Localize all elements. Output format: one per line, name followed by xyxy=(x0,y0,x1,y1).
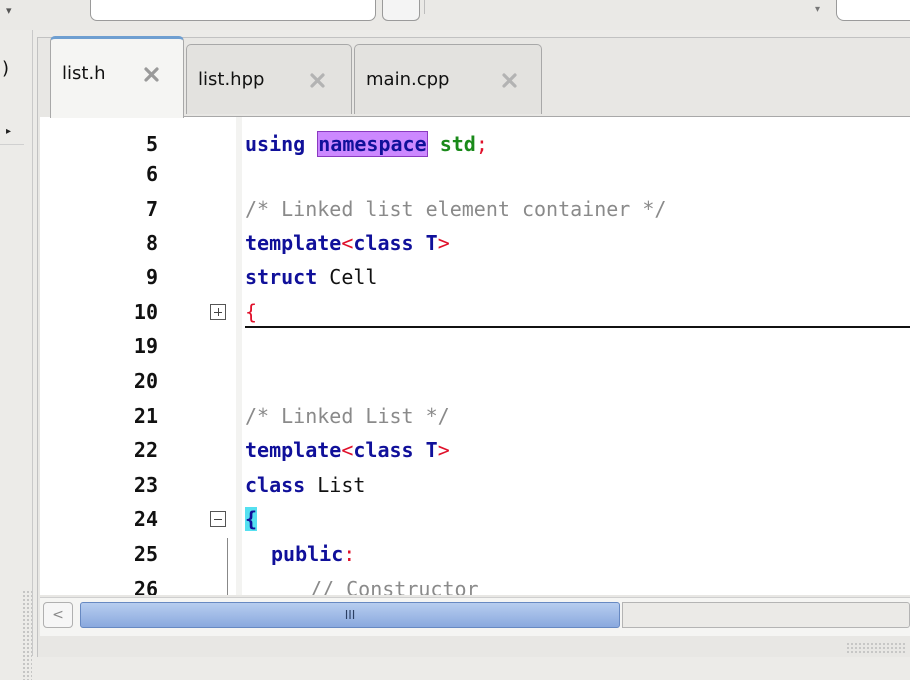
code-comment[interactable]: /* Linked list element container */ xyxy=(245,197,666,221)
resize-grip[interactable] xyxy=(846,642,906,654)
code-editor[interactable]: 5 using namespace std; 6 7 /* Linked lis… xyxy=(40,117,910,595)
code-line: 20 xyxy=(40,367,910,395)
code-line: 7 /* Linked list element container */ xyxy=(40,195,910,223)
scrollbar-thumb[interactable]: III xyxy=(80,602,620,628)
code-line: 6 xyxy=(40,160,910,188)
tab-label: main.cpp xyxy=(366,69,450,90)
line-number: 9 xyxy=(145,265,158,289)
code-text[interactable]: using namespace std; xyxy=(245,131,488,157)
toolbar-combo-button[interactable] xyxy=(382,0,420,21)
toolbar-right-combo[interactable] xyxy=(836,0,910,21)
code-line: 8 template<class T> xyxy=(40,229,910,257)
minus-box-icon[interactable] xyxy=(210,511,226,527)
line-number: 6 xyxy=(145,162,158,186)
code-line: 23 class List xyxy=(40,471,910,499)
code-line: 10 { xyxy=(40,298,910,326)
panel-resize-grip[interactable] xyxy=(22,590,32,680)
tab-list-hpp[interactable]: list.hpp xyxy=(186,44,352,114)
line-number: 20 xyxy=(133,369,158,393)
tab-list-h[interactable]: list.h xyxy=(50,36,184,118)
code-line: 21 /* Linked List */ xyxy=(40,402,910,430)
line-number: 10 xyxy=(133,300,158,324)
top-toolbar: ▾ ▾ xyxy=(0,0,910,30)
panel-bracket-icon: ) xyxy=(2,58,10,79)
code-comment[interactable]: // Constructor xyxy=(310,577,479,595)
code-line: 19 xyxy=(40,332,910,360)
code-line: 22 template<class T> xyxy=(40,436,910,464)
toolbar-separator xyxy=(424,0,425,14)
panel-divider xyxy=(0,144,24,145)
tab-label: list.h xyxy=(62,63,106,84)
collapsed-block-marker xyxy=(245,326,910,328)
code-line: 25 public: xyxy=(40,540,910,568)
line-number: 19 xyxy=(133,334,158,358)
panel-arrow-icon[interactable]: ▸ xyxy=(6,126,11,137)
line-number: 25 xyxy=(133,542,158,566)
line-number: 26 xyxy=(133,577,158,595)
close-icon[interactable] xyxy=(501,71,519,89)
code-line: 24 { xyxy=(40,505,910,533)
toolbar-arrow-icon: ▾ xyxy=(6,4,12,17)
line-number: 22 xyxy=(133,438,158,462)
code-comment[interactable]: /* Linked List */ xyxy=(245,404,450,428)
toolbar-dropdown-arrow-icon[interactable]: ▾ xyxy=(815,4,820,15)
line-number: 8 xyxy=(145,231,158,255)
bottom-status-strip xyxy=(40,636,910,656)
code-text[interactable]: class List xyxy=(245,473,365,497)
tab-main-cpp[interactable]: main.cpp xyxy=(354,44,542,114)
code-line: 26 // Constructor xyxy=(40,575,910,595)
code-text[interactable]: public: xyxy=(271,542,355,566)
plus-box-icon[interactable] xyxy=(210,304,226,320)
line-number: 24 xyxy=(133,507,158,531)
scrollbar-track[interactable] xyxy=(622,602,910,628)
tab-label: list.hpp xyxy=(198,69,265,90)
code-text[interactable]: template<class T> xyxy=(245,438,450,462)
line-number: 7 xyxy=(145,197,158,221)
scroll-left-button[interactable]: < xyxy=(43,602,73,628)
line-number: 23 xyxy=(133,473,158,497)
code-brace[interactable]: { xyxy=(245,300,257,324)
line-number: 21 xyxy=(133,404,158,428)
code-text[interactable]: template<class T> xyxy=(245,231,450,255)
brace-match-highlight: { xyxy=(245,507,258,531)
grip-icon: III xyxy=(344,608,356,622)
code-text[interactable]: struct Cell xyxy=(245,265,377,289)
toolbar-combo-box[interactable] xyxy=(90,0,376,21)
horizontal-scrollbar[interactable]: < III xyxy=(40,597,910,636)
code-line: 9 struct Cell xyxy=(40,263,910,291)
close-icon[interactable] xyxy=(309,71,327,89)
close-icon[interactable] xyxy=(143,65,161,83)
line-number: 5 xyxy=(145,132,158,156)
left-side-panel: ) ▸ xyxy=(0,30,33,680)
code-brace[interactable]: { xyxy=(245,507,258,531)
code-line: 5 using namespace std; xyxy=(40,130,910,158)
namespace-highlight: namespace xyxy=(317,131,428,157)
